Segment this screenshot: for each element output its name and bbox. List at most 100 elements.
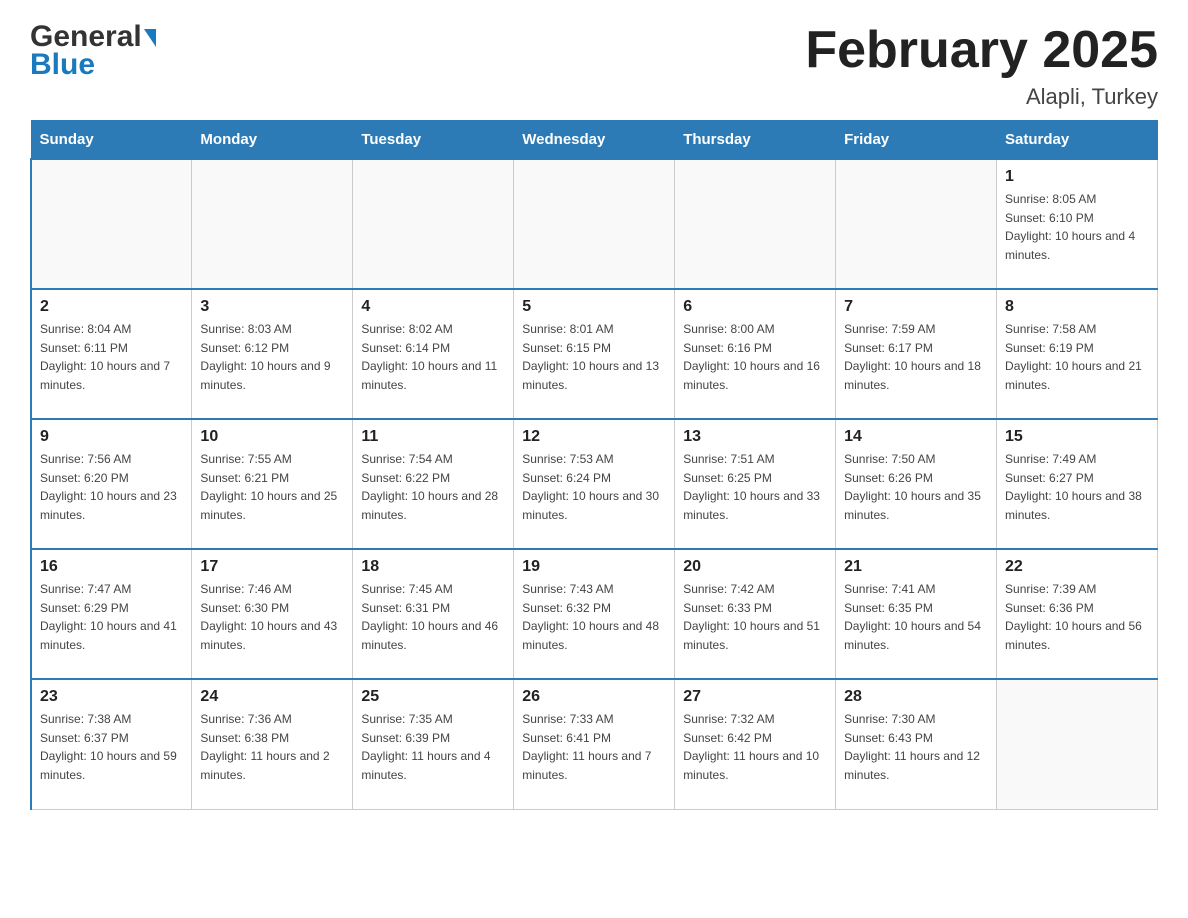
calendar-week-2: 2 Sunrise: 8:04 AMSunset: 6:11 PMDaylight… (31, 289, 1158, 419)
day-info: Sunrise: 7:41 AMSunset: 6:35 PMDaylight:… (844, 580, 988, 654)
day-info: Sunrise: 8:03 AMSunset: 6:12 PMDaylight:… (200, 320, 344, 394)
calendar-cell: 27 Sunrise: 7:32 AMSunset: 6:42 PMDayligh… (675, 679, 836, 809)
calendar-cell: 18 Sunrise: 7:45 AMSunset: 6:31 PMDayligh… (353, 549, 514, 679)
calendar-cell: 21 Sunrise: 7:41 AMSunset: 6:35 PMDayligh… (836, 549, 997, 679)
calendar-cell (353, 159, 514, 289)
day-info: Sunrise: 7:33 AMSunset: 6:41 PMDaylight:… (522, 710, 666, 784)
day-info: Sunrise: 7:32 AMSunset: 6:42 PMDaylight:… (683, 710, 827, 784)
day-number: 8 (1005, 298, 1149, 316)
calendar-cell: 17Sunrise: 7:46 AMSunset: 6:30 PMDayligh… (192, 549, 353, 679)
day-info: Sunrise: 7:45 AMSunset: 6:31 PMDaylight:… (361, 580, 505, 654)
day-number: 2 (40, 298, 183, 316)
day-number: 7 (844, 298, 988, 316)
calendar-cell: 1 Sunrise: 8:05 AMSunset: 6:10 PMDaylight… (997, 159, 1158, 289)
day-number: 5 (522, 298, 666, 316)
day-info: Sunrise: 8:00 AMSunset: 6:16 PMDaylight:… (683, 320, 827, 394)
day-number: 19 (522, 558, 666, 576)
day-number: 23 (40, 688, 183, 706)
calendar-cell: 3 Sunrise: 8:03 AMSunset: 6:12 PMDaylight… (192, 289, 353, 419)
day-number: 4 (361, 298, 505, 316)
calendar-week-5: 23 Sunrise: 7:38 AMSunset: 6:37 PMDayligh… (31, 679, 1158, 809)
calendar-cell: 14Sunrise: 7:50 AMSunset: 6:26 PMDayligh… (836, 419, 997, 549)
page-subtitle: Alapli, Turkey (805, 84, 1158, 110)
day-info: Sunrise: 7:30 AMSunset: 6:43 PMDaylight:… (844, 710, 988, 784)
day-number: 27 (683, 688, 827, 706)
weekday-header-row: SundayMondayTuesdayWednesdayThursdayFrid… (31, 121, 1158, 160)
calendar-cell (192, 159, 353, 289)
calendar-cell: 2 Sunrise: 8:04 AMSunset: 6:11 PMDaylight… (31, 289, 192, 419)
calendar-cell: 6Sunrise: 8:00 AMSunset: 6:16 PMDaylight… (675, 289, 836, 419)
day-number: 16 (40, 558, 183, 576)
day-number: 26 (522, 688, 666, 706)
calendar-cell: 19 Sunrise: 7:43 AMSunset: 6:32 PMDayligh… (514, 549, 675, 679)
calendar-cell: 15Sunrise: 7:49 AMSunset: 6:27 PMDayligh… (997, 419, 1158, 549)
calendar-cell: 4 Sunrise: 8:02 AMSunset: 6:14 PMDaylight… (353, 289, 514, 419)
calendar-cell: 16Sunrise: 7:47 AMSunset: 6:29 PMDayligh… (31, 549, 192, 679)
day-number: 21 (844, 558, 988, 576)
weekday-header-monday: Monday (192, 121, 353, 160)
day-number: 10 (200, 428, 344, 446)
calendar-week-3: 9Sunrise: 7:56 AMSunset: 6:20 PMDaylight… (31, 419, 1158, 549)
weekday-header-sunday: Sunday (31, 121, 192, 160)
calendar-cell: 28 Sunrise: 7:30 AMSunset: 6:43 PMDayligh… (836, 679, 997, 809)
title-block: February 2025 Alapli, Turkey (805, 20, 1158, 110)
calendar-cell: 7 Sunrise: 7:59 AMSunset: 6:17 PMDaylight… (836, 289, 997, 419)
day-number: 9 (40, 428, 183, 446)
weekday-header-friday: Friday (836, 121, 997, 160)
calendar-cell: 8 Sunrise: 7:58 AMSunset: 6:19 PMDaylight… (997, 289, 1158, 419)
weekday-header-saturday: Saturday (997, 121, 1158, 160)
day-info: Sunrise: 7:49 AMSunset: 6:27 PMDaylight:… (1005, 450, 1149, 524)
calendar-cell: 11Sunrise: 7:54 AMSunset: 6:22 PMDayligh… (353, 419, 514, 549)
page-title: February 2025 (805, 20, 1158, 80)
day-number: 13 (683, 428, 827, 446)
day-info: Sunrise: 7:38 AMSunset: 6:37 PMDaylight:… (40, 710, 183, 784)
day-info: Sunrise: 8:02 AMSunset: 6:14 PMDaylight:… (361, 320, 505, 394)
day-info: Sunrise: 7:58 AMSunset: 6:19 PMDaylight:… (1005, 320, 1149, 394)
calendar-week-1: 1 Sunrise: 8:05 AMSunset: 6:10 PMDaylight… (31, 159, 1158, 289)
calendar-header: SundayMondayTuesdayWednesdayThursdayFrid… (31, 121, 1158, 160)
day-number: 24 (200, 688, 344, 706)
day-info: Sunrise: 7:43 AMSunset: 6:32 PMDaylight:… (522, 580, 666, 654)
calendar-cell: 5 Sunrise: 8:01 AMSunset: 6:15 PMDaylight… (514, 289, 675, 419)
day-number: 17 (200, 558, 344, 576)
calendar-table: SundayMondayTuesdayWednesdayThursdayFrid… (30, 120, 1158, 810)
calendar-cell: 10Sunrise: 7:55 AMSunset: 6:21 PMDayligh… (192, 419, 353, 549)
day-info: Sunrise: 8:04 AMSunset: 6:11 PMDaylight:… (40, 320, 183, 394)
calendar-cell (997, 679, 1158, 809)
day-info: Sunrise: 7:59 AMSunset: 6:17 PMDaylight:… (844, 320, 988, 394)
day-number: 14 (844, 428, 988, 446)
calendar-cell: 13 Sunrise: 7:51 AMSunset: 6:25 PMDayligh… (675, 419, 836, 549)
day-number: 22 (1005, 558, 1149, 576)
day-number: 20 (683, 558, 827, 576)
calendar-cell: 20 Sunrise: 7:42 AMSunset: 6:33 PMDayligh… (675, 549, 836, 679)
logo: General Blue (30, 20, 156, 82)
weekday-header-wednesday: Wednesday (514, 121, 675, 160)
calendar-cell (675, 159, 836, 289)
calendar-cell: 23 Sunrise: 7:38 AMSunset: 6:37 PMDayligh… (31, 679, 192, 809)
day-number: 25 (361, 688, 505, 706)
calendar-cell: 22 Sunrise: 7:39 AMSunset: 6:36 PMDayligh… (997, 549, 1158, 679)
calendar-cell: 24 Sunrise: 7:36 AMSunset: 6:38 PMDayligh… (192, 679, 353, 809)
page-header: General Blue February 2025 Alapli, Turke… (30, 20, 1158, 110)
day-number: 11 (361, 428, 505, 446)
day-info: Sunrise: 7:53 AMSunset: 6:24 PMDaylight:… (522, 450, 666, 524)
weekday-header-tuesday: Tuesday (353, 121, 514, 160)
calendar-cell: 9Sunrise: 7:56 AMSunset: 6:20 PMDaylight… (31, 419, 192, 549)
day-number: 12 (522, 428, 666, 446)
day-number: 28 (844, 688, 988, 706)
weekday-header-thursday: Thursday (675, 121, 836, 160)
day-info: Sunrise: 7:39 AMSunset: 6:36 PMDaylight:… (1005, 580, 1149, 654)
day-info: Sunrise: 7:51 AMSunset: 6:25 PMDaylight:… (683, 450, 827, 524)
calendar-cell (31, 159, 192, 289)
day-number: 3 (200, 298, 344, 316)
calendar-cell (836, 159, 997, 289)
day-info: Sunrise: 8:01 AMSunset: 6:15 PMDaylight:… (522, 320, 666, 394)
logo-triangle-icon (144, 29, 156, 47)
calendar-cell: 26 Sunrise: 7:33 AMSunset: 6:41 PMDayligh… (514, 679, 675, 809)
calendar-cell: 25Sunrise: 7:35 AMSunset: 6:39 PMDayligh… (353, 679, 514, 809)
day-number: 18 (361, 558, 505, 576)
day-number: 1 (1005, 168, 1149, 186)
day-info: Sunrise: 7:42 AMSunset: 6:33 PMDaylight:… (683, 580, 827, 654)
day-info: Sunrise: 8:05 AMSunset: 6:10 PMDaylight:… (1005, 190, 1149, 264)
day-info: Sunrise: 7:36 AMSunset: 6:38 PMDaylight:… (200, 710, 344, 784)
